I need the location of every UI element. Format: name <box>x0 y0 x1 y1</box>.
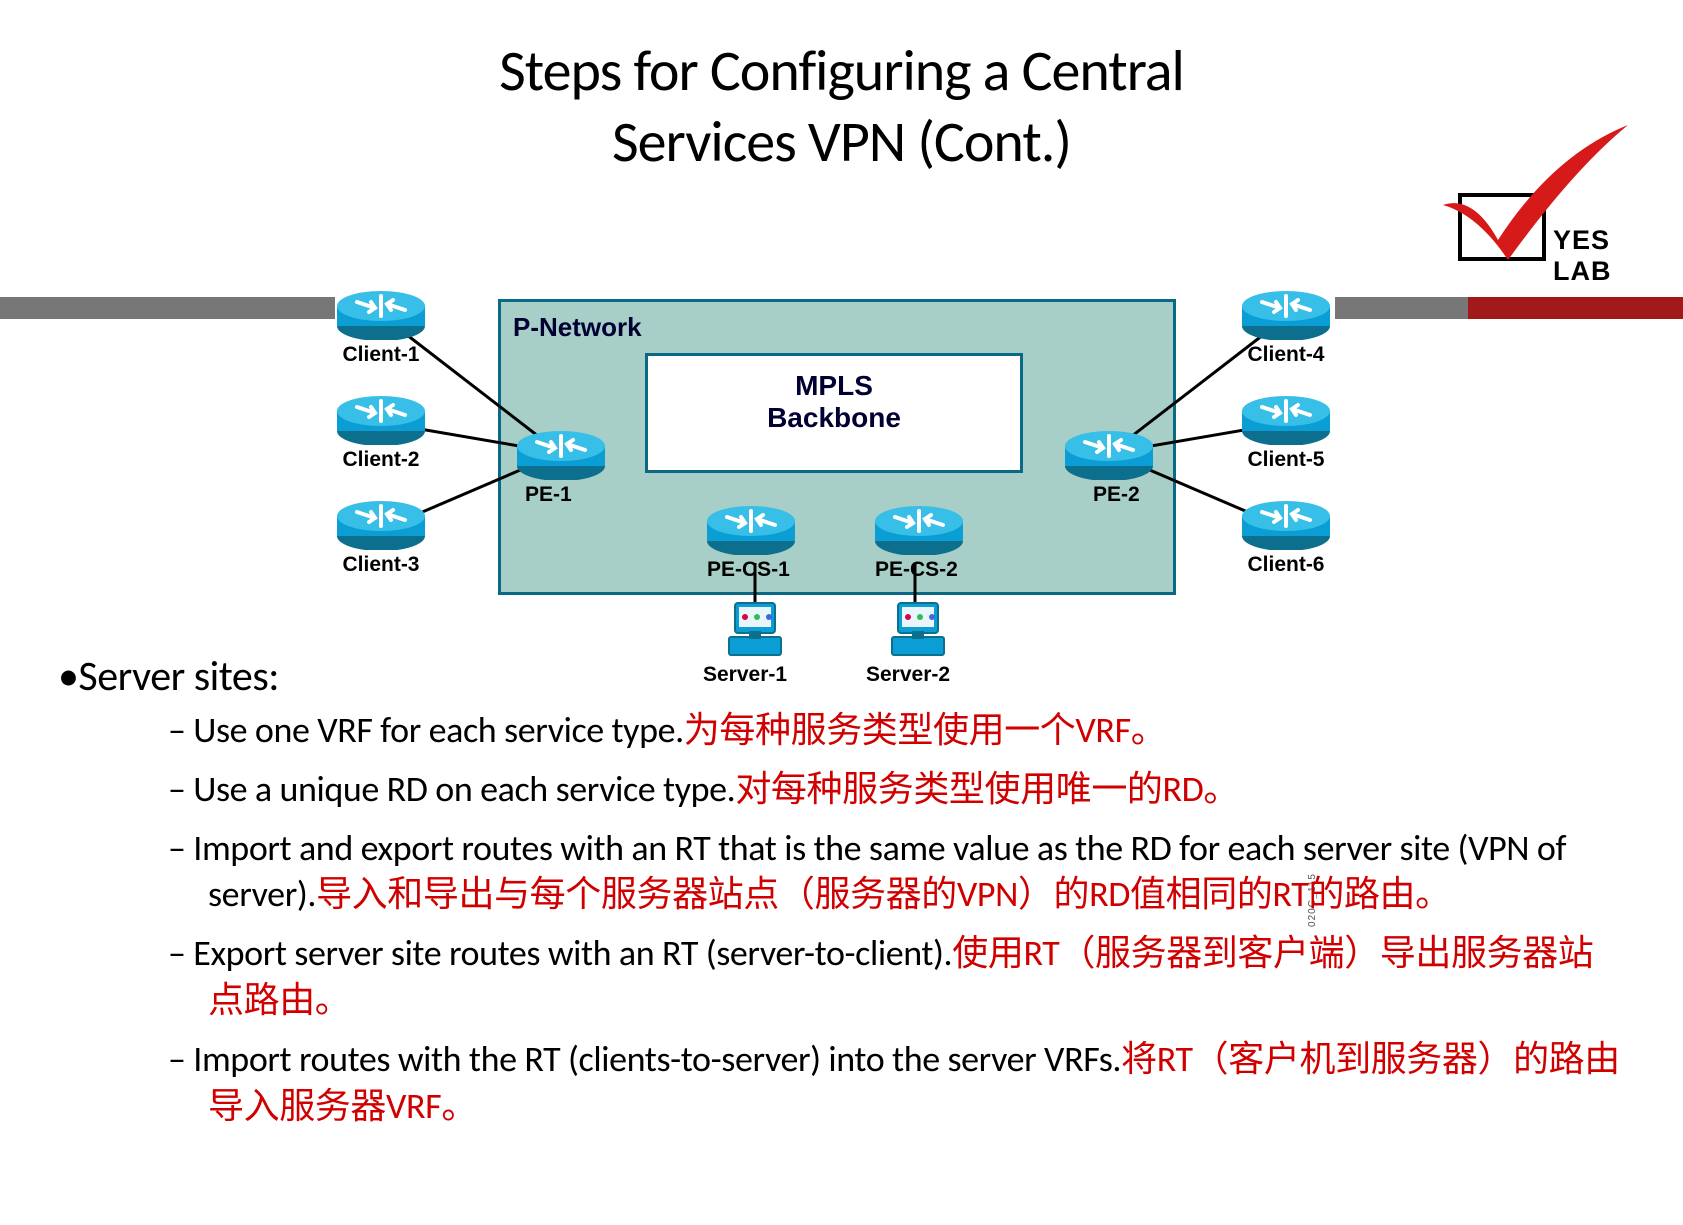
list-item: Use a unique RD on each service type.对每种… <box>168 766 1628 813</box>
list-item: Use one VRF for each service type.为每种服务类… <box>168 707 1628 754</box>
router-icon <box>335 393 427 445</box>
mpls-backbone-box: MPLS Backbone <box>645 353 1023 473</box>
bullet-list: Use one VRF for each service type.为每种服务类… <box>168 707 1628 1129</box>
backbone-line-2: Backbone <box>767 402 901 433</box>
item-en: Use one VRF for each service type. <box>193 708 684 752</box>
title-line-1: Steps for Configuring a Central <box>499 35 1184 106</box>
pe-cs-2-label: PE-CS-2 <box>875 558 958 582</box>
router-icon <box>873 503 965 555</box>
router-icon <box>1240 288 1332 340</box>
client-4-label: Client-4 <box>1240 343 1332 367</box>
title-line-2: Services VPN (Cont.) <box>612 106 1071 177</box>
item-en: Export server site routes with an RT (se… <box>193 931 952 975</box>
backbone-line-1: MPLS <box>795 370 873 401</box>
pe-2-label: PE-2 <box>1093 483 1140 507</box>
router-icon <box>515 428 607 480</box>
pe-cs-1-label: PE-CS-1 <box>707 558 790 582</box>
router-icon <box>705 503 797 555</box>
section-heading: •Server sites: <box>58 651 1628 702</box>
logo-text: YES LAB <box>1553 225 1673 287</box>
client-6-label: Client-6 <box>1240 553 1332 577</box>
heading-text: Server sites: <box>78 651 279 702</box>
router-icon <box>335 498 427 550</box>
item-en: Use a unique RD on each service type. <box>193 767 735 811</box>
item-zh: 导入和导出与每个服务器站点（服务器的VPN）的RD值相同的RT的路由。 <box>316 872 1451 916</box>
yes-lab-logo: YES LAB <box>1383 115 1673 265</box>
content-area: •Server sites: Use one VRF for each serv… <box>58 651 1628 1141</box>
client-2-label: Client-2 <box>335 448 427 472</box>
list-item: Import routes with the RT (clients-to-se… <box>168 1036 1628 1130</box>
item-en: Import routes with the RT (clients-to-se… <box>193 1037 1121 1081</box>
router-icon <box>335 288 427 340</box>
router-icon <box>1240 393 1332 445</box>
item-zh: 对每种服务类型使用唯一的RD。 <box>735 767 1239 811</box>
router-icon <box>1063 428 1155 480</box>
router-icon <box>1240 498 1332 550</box>
p-network-label: P-Network <box>513 312 1173 343</box>
pe-1-label: PE-1 <box>525 483 572 507</box>
divider-red <box>1468 297 1683 319</box>
client-3-label: Client-3 <box>335 553 427 577</box>
item-zh: 为每种服务类型使用一个VRF。 <box>684 708 1167 752</box>
client-5-label: Client-5 <box>1240 448 1332 472</box>
list-item: Import and export routes with an RT that… <box>168 825 1628 919</box>
list-item: Export server site routes with an RT (se… <box>168 930 1628 1024</box>
client-1-label: Client-1 <box>335 343 427 367</box>
